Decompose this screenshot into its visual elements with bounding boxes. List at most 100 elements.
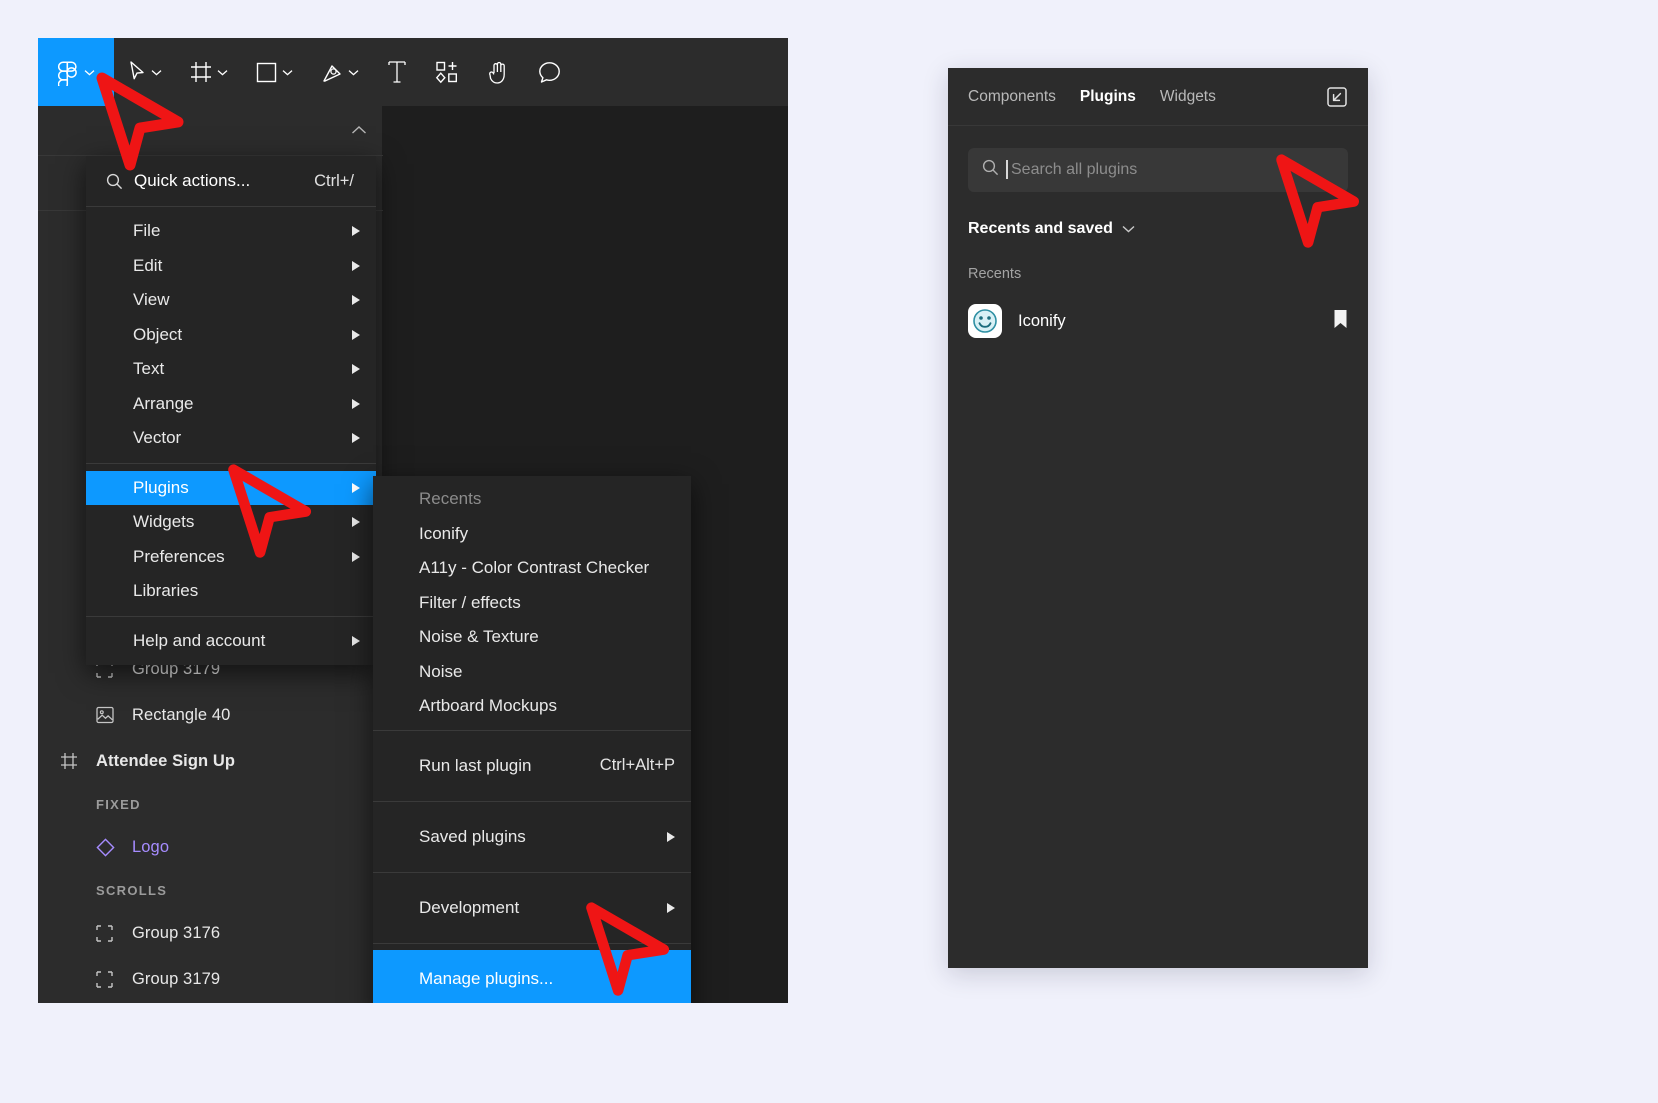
pen-tool-button[interactable] (307, 38, 373, 106)
menu-item-label: Help and account (133, 630, 266, 650)
tab-widgets[interactable]: Widgets (1160, 88, 1216, 106)
submenu-group: Run last plugin Ctrl+Alt+P (373, 729, 691, 801)
layer-row[interactable]: Attendee Sign Up (38, 738, 383, 784)
menu-item-label: Widgets (133, 512, 195, 532)
submenu-group: Saved plugins (373, 800, 691, 872)
quick-actions-label: Quick actions... (134, 171, 251, 190)
submenu-item-noise[interactable]: Noise (373, 655, 691, 690)
comment-tool-button[interactable] (524, 38, 575, 106)
shape-tool-button[interactable] (242, 38, 307, 106)
submenu-item-iconify[interactable]: Iconify (373, 517, 691, 552)
expand-panel-icon[interactable] (1324, 84, 1350, 110)
submenu-item-manage-plugins-[interactable]: Manage plugins... (373, 949, 691, 1003)
submenu-arrow-icon (352, 295, 360, 306)
text-t-icon (387, 60, 407, 84)
recents-section-label: Recents (968, 266, 1022, 282)
recents-and-saved-dropdown[interactable]: Recents and saved (968, 220, 1368, 238)
hand-tool-button[interactable] (473, 38, 524, 106)
layer-row[interactable]: Rectangle 40 (38, 692, 383, 738)
plugin-list-item[interactable]: Iconify (948, 298, 1368, 344)
chevron-down-icon (84, 69, 94, 75)
submenu-arrow-icon (352, 517, 360, 528)
layer-label: Group 3179 (132, 969, 221, 988)
plugins-recents-list: Iconify (948, 298, 1368, 344)
search-all-plugins-input[interactable]: Search all plugins (968, 148, 1348, 192)
recents-and-saved-label: Recents and saved (968, 220, 1113, 237)
frame-tool-button[interactable] (176, 38, 242, 106)
figma-app-window: ) Group 3179Rectangle 40Attendee Sign Up… (38, 38, 788, 1003)
menu-item-vector[interactable]: Vector (86, 421, 376, 456)
submenu-item-development[interactable]: Development (373, 879, 691, 937)
chevron-up-icon[interactable] (351, 122, 367, 140)
submenu-arrow-icon (352, 398, 360, 409)
figma-main-menu: Quick actions... Ctrl+/ File Edit View Obje… (86, 156, 376, 665)
layer-section-label: FIXED (96, 796, 141, 812)
menu-item-view[interactable]: View (86, 283, 376, 318)
submenu-arrow-icon (352, 433, 360, 444)
submenu-arrow-icon (667, 831, 675, 842)
layer-row[interactable]: Logo (38, 824, 383, 870)
menu-item-label: Preferences (133, 546, 225, 566)
toolbar-figma-menu-button[interactable] (38, 38, 114, 106)
layer-row[interactable]: Group 3179 (38, 956, 383, 1002)
menu-item-plugins[interactable]: Plugins (86, 470, 376, 505)
tab-plugins[interactable]: Plugins (1080, 88, 1136, 106)
bookmark-filled-icon[interactable] (1333, 309, 1348, 334)
submenu-item-a11y-color-contrast-checker[interactable]: A11y - Color Contrast Checker (373, 551, 691, 586)
figma-logo-icon (57, 59, 78, 86)
menu-item-arrange[interactable]: Arrange (86, 387, 376, 422)
plugins-search-wrapper: Search all plugins (948, 126, 1368, 192)
submenu-item-filter-effects[interactable]: Filter / effects (373, 586, 691, 621)
plugins-side-panel: Components Plugins Widgets Search all plug… (948, 68, 1368, 968)
search-placeholder: Search all plugins (1006, 160, 1137, 179)
quick-actions-item[interactable]: Quick actions... Ctrl+/ (86, 156, 376, 207)
menu-item-widgets[interactable]: Widgets (86, 505, 376, 540)
rectangle-icon (256, 62, 277, 83)
submenu-group: Manage plugins... (373, 942, 691, 1003)
menu-item-help-and-account[interactable]: Help and account (86, 624, 376, 659)
text-tool-button[interactable] (373, 38, 421, 106)
submenu-item-label: Artboard Mockups (419, 696, 557, 716)
menu-item-libraries[interactable]: Libraries (86, 574, 376, 609)
plugins-submenu-groups: Recents Iconify A11y - Color Contrast Chec… (373, 476, 691, 1003)
submenu-item-noise-texture[interactable]: Noise & Texture (373, 620, 691, 655)
chevron-down-icon (1122, 220, 1135, 238)
menu-item-file[interactable]: File (86, 214, 376, 249)
menu-item-label: Text (133, 359, 165, 379)
submenu-header-recents: Recents (373, 482, 691, 517)
layer-row[interactable]: Group 3176 (38, 910, 383, 956)
plugins-submenu: Recents Iconify A11y - Color Contrast Chec… (373, 476, 691, 1003)
quick-actions-shortcut: Ctrl+/ (314, 171, 354, 190)
menu-item-label: Object (133, 324, 183, 344)
tab-components[interactable]: Components (968, 88, 1056, 106)
screenshot-stage: ) Group 3179Rectangle 40Attendee Sign Up… (0, 0, 1658, 1103)
frame-icon (190, 61, 212, 83)
menu-item-label: Arrange (133, 393, 194, 413)
submenu-item-label: Noise & Texture (419, 627, 539, 647)
layers-list: Group 3179 Rectangle 40 Attendee Sign Up FI… (38, 646, 383, 1002)
actions-tool-button[interactable] (421, 38, 473, 106)
submenu-item-label: Run last plugin (419, 755, 532, 775)
plugin-name: Iconify (1018, 311, 1066, 330)
text-caret (1006, 160, 1008, 179)
chevron-down-icon (348, 69, 359, 75)
submenu-arrow-icon (352, 482, 360, 493)
layer-label: Attendee Sign Up (96, 751, 236, 770)
layer-label: Logo (132, 837, 170, 856)
menu-item-label: Plugins (133, 477, 189, 497)
menu-item-object[interactable]: Object (86, 318, 376, 353)
search-icon (106, 173, 134, 190)
frame-icon (60, 752, 86, 770)
menu-item-preferences[interactable]: Preferences (86, 540, 376, 575)
move-tool-button[interactable] (114, 38, 176, 106)
menu-item-text[interactable]: Text (86, 352, 376, 387)
menu-item-edit[interactable]: Edit (86, 249, 376, 284)
submenu-arrow-icon (352, 226, 360, 237)
submenu-item-saved-plugins[interactable]: Saved plugins (373, 808, 691, 866)
submenu-item-artboard-mockups[interactable]: Artboard Mockups (373, 689, 691, 724)
chevron-down-icon (217, 69, 228, 75)
submenu-arrow-icon (352, 329, 360, 340)
submenu-item-run-last-plugin[interactable]: Run last plugin Ctrl+Alt+P (373, 737, 691, 795)
search-icon (982, 159, 999, 181)
submenu-item-label: Noise (419, 661, 463, 681)
